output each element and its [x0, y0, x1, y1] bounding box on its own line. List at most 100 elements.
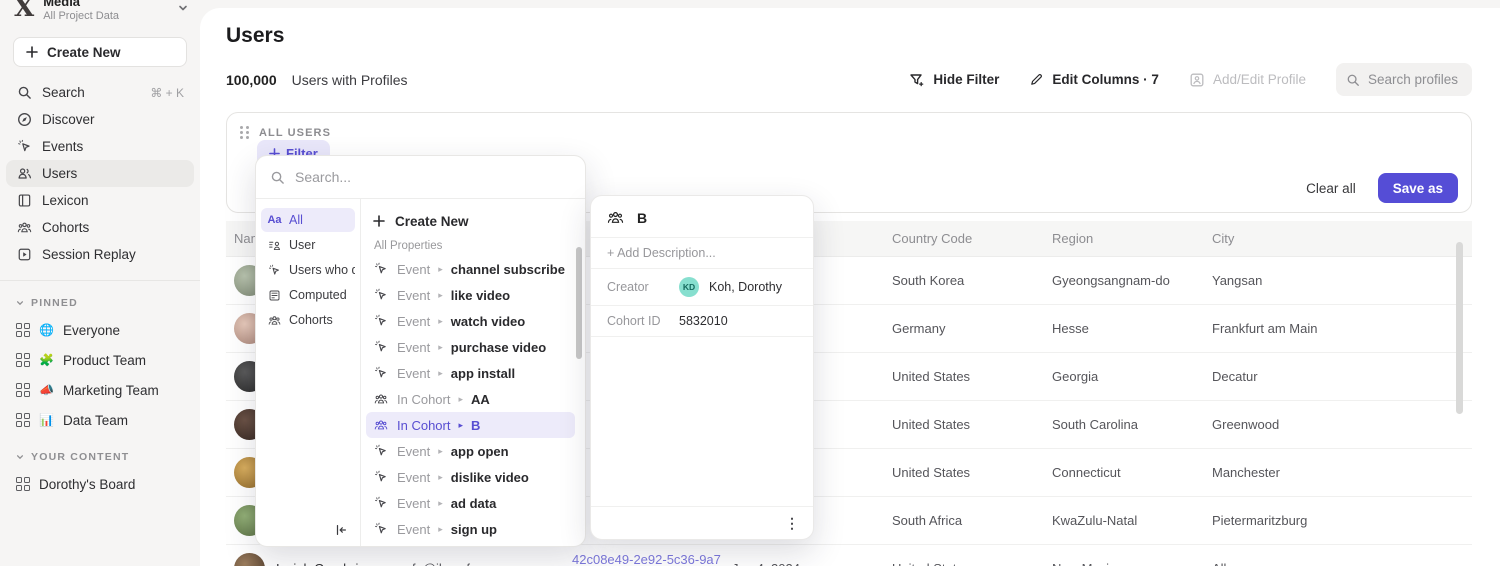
sidebar-board-data-team[interactable]: 📊 Data Team: [6, 405, 194, 435]
user-count: 100,000: [226, 72, 277, 88]
search-icon: [1346, 73, 1360, 87]
chevron-down-icon[interactable]: [178, 3, 188, 13]
plus-icon: [26, 46, 38, 58]
table-scrollbar-thumb[interactable]: [1456, 242, 1463, 414]
dropdown-search-input[interactable]: [295, 169, 535, 185]
property-item-in-cohort-aa[interactable]: In Cohort▸AA: [366, 386, 575, 412]
event-cursor-icon: [373, 470, 389, 484]
chevron-down-icon: [16, 299, 24, 307]
event-cursor-icon: [373, 262, 389, 276]
event-cursor-icon: [373, 314, 389, 328]
funnel-icon: [909, 72, 925, 88]
session-replay-icon: [16, 247, 32, 262]
category-computed[interactable]: Computed: [261, 283, 355, 307]
computed-icon: [267, 289, 282, 302]
edit-columns-button[interactable]: Edit Columns · 7: [1029, 72, 1159, 87]
dropdown-categories: Aa All User Users who di... Computed Coh…: [256, 199, 361, 546]
more-options-icon[interactable]: ⋮: [785, 516, 799, 530]
cohort-detail-popover: B + Add Description... Creator KD Koh, D…: [590, 195, 814, 540]
user-name: Isaiah Goodwin: [276, 561, 366, 566]
creator-avatar: KD: [679, 277, 699, 297]
category-users-who-did[interactable]: Users who di...: [261, 258, 355, 282]
property-item-purchase-video[interactable]: Event▸purchase video: [366, 334, 575, 360]
cohort-title: B: [637, 210, 647, 226]
create-new-button[interactable]: Create New: [13, 37, 187, 67]
table-row[interactable]: Isaiah Goodwin fo@ikavaf.ag 42c08e49-2e9…: [226, 545, 1472, 566]
cohorts-icon: [267, 314, 282, 327]
filter-property-dropdown: Aa All User Users who di... Computed Coh…: [255, 155, 586, 547]
add-description-button[interactable]: + Add Description...: [591, 238, 813, 269]
sidebar-board-everyone[interactable]: 🌐 Everyone: [6, 315, 194, 345]
megaphone-emoji-icon: 📣: [39, 383, 54, 397]
dropdown-scrollbar-thumb[interactable]: [576, 247, 582, 359]
property-item-sign-up[interactable]: Event▸sign up: [366, 516, 575, 542]
chevron-down-icon: [16, 453, 24, 461]
sidebar-item-session-replay[interactable]: Session Replay: [6, 241, 194, 268]
sidebar-item-events[interactable]: Events: [6, 133, 194, 160]
page-title: Users: [226, 24, 1472, 48]
property-item-app-install[interactable]: Event▸app install: [366, 360, 575, 386]
updated-date: Jan 4, 2024: [724, 561, 884, 566]
project-switcher[interactable]: X Media All Project Data: [0, 0, 200, 27]
category-all[interactable]: Aa All: [261, 208, 355, 232]
event-cursor-icon: [267, 264, 282, 277]
your-content-section-label[interactable]: YOUR CONTENT: [0, 451, 200, 463]
column-header-city[interactable]: City: [1204, 231, 1472, 246]
compass-icon: [16, 112, 32, 127]
sidebar-item-discover[interactable]: Discover: [6, 106, 194, 133]
save-as-button[interactable]: Save as: [1378, 173, 1458, 203]
pinned-section-label[interactable]: PINNED: [0, 297, 200, 309]
board-icon: [16, 353, 30, 367]
property-item-in-cohort-b[interactable]: In Cohort▸B: [366, 412, 575, 438]
plus-icon: [373, 215, 385, 227]
hide-filter-button[interactable]: Hide Filter: [909, 72, 999, 88]
column-header-country-code[interactable]: Country Code: [884, 231, 1044, 246]
dropdown-property-list: Create New All Properties Event▸channel …: [361, 199, 585, 546]
sidebar: X Media All Project Data Create New Sear…: [0, 0, 200, 566]
users-icon: [16, 166, 32, 181]
all-properties-label: All Properties: [374, 240, 573, 252]
category-cohorts[interactable]: Cohorts: [261, 308, 355, 332]
dropdown-create-new[interactable]: Create New: [373, 208, 573, 234]
property-item-channel-subscribe[interactable]: Event▸channel subscribe: [366, 256, 575, 282]
event-cursor-icon: [16, 139, 32, 154]
text-aa-icon: Aa: [267, 214, 282, 226]
add-edit-profile-button[interactable]: Add/Edit Profile: [1189, 72, 1306, 88]
chart-emoji-icon: 📊: [39, 413, 54, 427]
sidebar-divider: [0, 280, 200, 281]
event-cursor-icon: [373, 444, 389, 458]
search-profiles-box[interactable]: [1336, 63, 1472, 96]
property-item-ad-data[interactable]: Event▸ad data: [366, 490, 575, 516]
property-item-watch-video[interactable]: Event▸watch video: [366, 308, 575, 334]
collapse-panel-icon[interactable]: [334, 523, 348, 537]
event-cursor-icon: [373, 496, 389, 510]
distinct-id-link[interactable]: 42c08e49-2e92-5c36-9a73-a84eb8684fa3: [564, 552, 722, 566]
avatar: [234, 553, 265, 566]
drag-handle-icon[interactable]: [240, 126, 249, 139]
clear-all-button[interactable]: Clear all: [1306, 181, 1356, 196]
category-user[interactable]: User: [261, 233, 355, 257]
column-header-region[interactable]: Region: [1044, 231, 1204, 246]
sidebar-item-lexicon[interactable]: Lexicon: [6, 187, 194, 214]
property-item-dislike-video[interactable]: Event▸dislike video: [366, 464, 575, 490]
project-logo: X: [14, 0, 34, 23]
creator-label: Creator: [607, 280, 669, 294]
sidebar-item-search[interactable]: Search ⌘ + K: [6, 79, 194, 106]
search-profiles-input[interactable]: [1368, 72, 1468, 87]
event-cursor-icon: [373, 522, 389, 536]
creator-name: Koh, Dorothy: [709, 280, 782, 294]
globe-emoji-icon: 🌐: [39, 323, 54, 337]
event-cursor-icon: [373, 340, 389, 354]
cohort-id-value: 5832010: [679, 314, 728, 328]
sidebar-item-users[interactable]: Users: [6, 160, 194, 187]
board-icon: [16, 383, 30, 397]
sidebar-board-product-team[interactable]: 🧩 Product Team: [6, 345, 194, 375]
cohorts-icon: [373, 392, 389, 406]
cohorts-icon: [373, 418, 389, 432]
dropdown-search-box[interactable]: [256, 156, 585, 199]
sidebar-item-cohorts[interactable]: Cohorts: [6, 214, 194, 241]
property-item-app-open[interactable]: Event▸app open: [366, 438, 575, 464]
sidebar-board-marketing-team[interactable]: 📣 Marketing Team: [6, 375, 194, 405]
property-item-like-video[interactable]: Event▸like video: [366, 282, 575, 308]
sidebar-board-dorothys-board[interactable]: Dorothy's Board: [6, 469, 194, 499]
